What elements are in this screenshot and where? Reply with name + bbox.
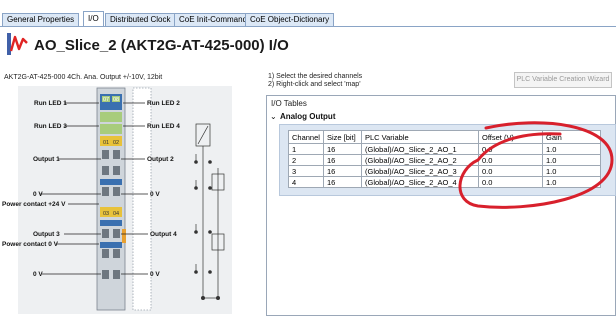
cell-offset[interactable]: 0.0: [478, 176, 543, 188]
tab-coe-init-commands[interactable]: CoE Init-Commands: [174, 13, 257, 27]
col-channel[interactable]: Channel: [288, 130, 324, 144]
cell-offset[interactable]: 0.0: [478, 143, 543, 155]
led-code-08: 08: [113, 97, 119, 103]
label-run-led-2: Run LED 2: [147, 100, 180, 107]
table-row[interactable]: 2 16 (Global)/AO_Slice_2_AO_2 0.0 1.0: [288, 154, 601, 166]
cell-size: 16: [323, 176, 362, 188]
instruction-line-1: 1) Select the desired channels: [268, 73, 363, 80]
instructions: 1) Select the desired channels 2) Right-…: [268, 73, 362, 89]
cell-plc-variable[interactable]: (Global)/AO_Slice_2_AO_1: [361, 143, 479, 155]
chevron-down-icon[interactable]: ⌄: [270, 112, 278, 121]
blue-separator-2: [100, 220, 122, 226]
col-size[interactable]: Size [bit]: [323, 130, 362, 144]
label-run-led-3: Run LED 3: [34, 123, 67, 130]
led-code-07: 07: [103, 97, 109, 103]
label-0v-left-2: 0 V: [33, 271, 43, 278]
cell-size: 16: [323, 154, 362, 166]
terminal-caption: AKT2G-AT-425-000 4Ch. Ana. Output +/-10V…: [4, 74, 163, 81]
tab-coe-object-dictionary[interactable]: CoE Object-Dictionary: [245, 13, 335, 27]
cell-channel: 1: [288, 143, 324, 155]
label-0v-right-1: 0 V: [150, 191, 160, 198]
cell-channel: 3: [288, 165, 324, 177]
io-table: Channel Size [bit] PLC Variable Offset (…: [288, 130, 601, 188]
cell-offset[interactable]: 0.0: [478, 154, 543, 166]
cell-channel: 4: [288, 176, 324, 188]
col-offset[interactable]: Offset (V): [478, 130, 543, 144]
page-title: AO_Slice_2 (AKT2G-AT-425-000) I/O: [34, 37, 289, 54]
cell-gain[interactable]: 1.0: [542, 143, 601, 155]
cell-gain[interactable]: 1.0: [542, 176, 601, 188]
label-run-led-4: Run LED 4: [147, 123, 180, 130]
tab-io[interactable]: I/O: [83, 11, 104, 27]
terminal-diagram: 07 08 01 02 03 04 Run LED 1 Run LED 2 Ru…: [2, 86, 232, 314]
analog-output-label: Analog Output: [279, 112, 336, 121]
instruction-line-2: 2) Right-click and select 'map': [268, 81, 361, 88]
col-gain[interactable]: Gain: [542, 130, 601, 144]
plc-variable-wizard-button[interactable]: PLC Variable Creation Wizard: [514, 72, 612, 88]
label-power-contact-24v: Power contact +24 V: [2, 201, 66, 208]
blue-separator-1: [100, 179, 122, 185]
label-run-led-1: Run LED 1: [34, 100, 67, 107]
label-0v-left-1: 0 V: [33, 191, 43, 198]
signal-wave-icon: [7, 33, 28, 55]
label-output-3: Output 3: [33, 231, 60, 238]
io-table-container: Channel Size [bit] PLC Variable Offset (…: [279, 124, 616, 196]
col-plc-variable[interactable]: PLC Variable: [361, 130, 479, 144]
orange-marker: [122, 229, 126, 243]
cell-gain[interactable]: 1.0: [542, 154, 601, 166]
cell-channel: 2: [288, 154, 324, 166]
tab-divider: [0, 26, 616, 27]
table-row[interactable]: 4 16 (Global)/AO_Slice_2_AO_4 0.0 1.0: [288, 176, 601, 188]
led-code-04: 04: [113, 211, 119, 217]
label-0v-right-2: 0 V: [150, 271, 160, 278]
terminal-side-panel: [132, 87, 152, 311]
cell-size: 16: [323, 165, 362, 177]
cell-gain[interactable]: 1.0: [542, 165, 601, 177]
tab-general-properties[interactable]: General Properties: [2, 13, 80, 27]
table-header-row: Channel Size [bit] PLC Variable Offset (…: [288, 130, 601, 144]
io-tables-panel: I/O Tables ⌄ Analog Output Channel Size …: [266, 95, 616, 316]
cell-plc-variable[interactable]: (Global)/AO_Slice_2_AO_4: [361, 176, 479, 188]
cell-offset[interactable]: 0.0: [478, 165, 543, 177]
led-code-02: 02: [113, 140, 119, 146]
cell-size: 16: [323, 143, 362, 155]
run-led-block-2: [100, 124, 122, 134]
table-row[interactable]: 3 16 (Global)/AO_Slice_2_AO_3 0.0 1.0: [288, 165, 601, 177]
led-code-03: 03: [103, 211, 109, 217]
cell-plc-variable[interactable]: (Global)/AO_Slice_2_AO_3: [361, 165, 479, 177]
tab-bar: General Properties I/O Distributed Clock…: [0, 0, 616, 27]
tab-distributed-clock[interactable]: Distributed Clock: [105, 13, 176, 27]
table-row[interactable]: 1 16 (Global)/AO_Slice_2_AO_1 0.0 1.0: [288, 143, 601, 155]
label-power-contact-0v: Power contact 0 V: [2, 241, 59, 248]
led-code-01: 01: [103, 140, 109, 146]
analog-output-group[interactable]: ⌄ Analog Output: [270, 112, 335, 121]
cell-plc-variable[interactable]: (Global)/AO_Slice_2_AO_2: [361, 154, 479, 166]
label-output-1: Output 1: [33, 156, 60, 163]
run-led-block-1: [100, 112, 122, 122]
label-output-2: Output 2: [147, 156, 174, 163]
io-tables-title: I/O Tables: [271, 99, 307, 108]
label-output-4: Output 4: [150, 231, 177, 238]
blue-separator-3: [100, 242, 122, 248]
